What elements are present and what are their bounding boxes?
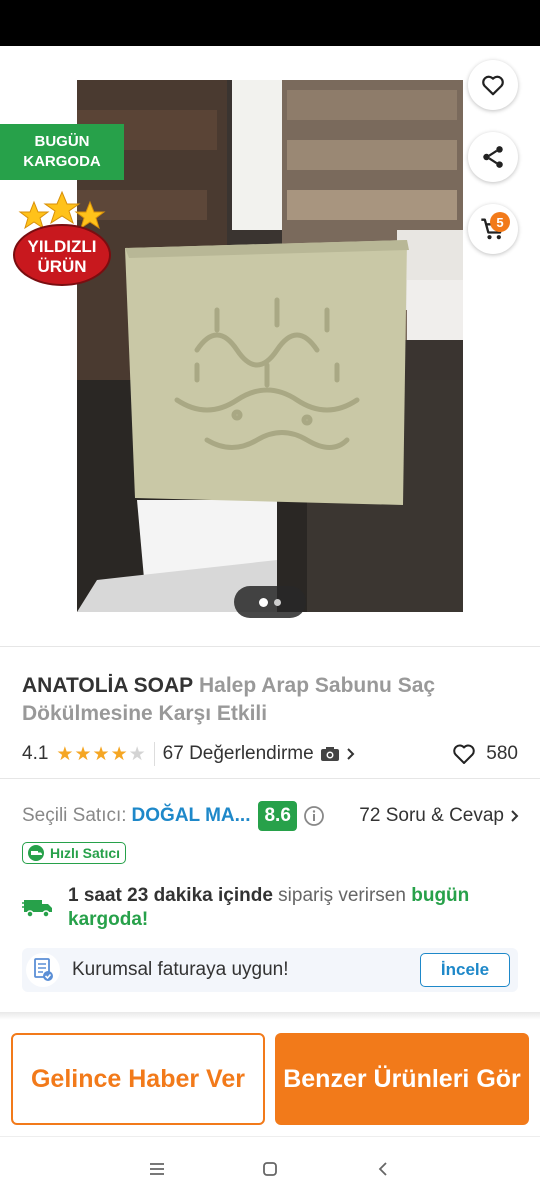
arrow-left-icon: [27, 75, 52, 97]
delivery-time: 1 saat 23 dakika içinde: [68, 885, 273, 906]
home-button[interactable]: [250, 1149, 290, 1189]
fast-seller-label: Hızlı Satıcı: [50, 845, 121, 861]
brand-name[interactable]: ANATOLİA SOAP: [22, 674, 193, 697]
rating-row: 4.1 ★ ★ ★ ★ ★ 67 Değerlendirme 580: [22, 740, 518, 768]
pager-dot[interactable]: [274, 598, 281, 606]
chevron-right-icon: [511, 810, 519, 822]
status-bar: [0, 0, 540, 46]
back-button[interactable]: [20, 66, 60, 106]
rating-stars: ★ ★ ★ ★ ★: [56, 745, 145, 764]
invoice-text: Kurumsal faturaya uygun!: [72, 959, 289, 980]
heart-icon: [453, 744, 476, 764]
camera-icon: [320, 747, 339, 761]
cargo-badge-line2: KARGODA: [23, 153, 101, 170]
home-icon: [263, 1161, 277, 1176]
cart-count-badge: 5: [490, 212, 510, 232]
star-empty-icon: ★: [128, 743, 146, 765]
qa-label: 72 Soru & Cevap: [359, 805, 504, 826]
invoice-review-button[interactable]: İncele: [420, 953, 510, 987]
favorite-button[interactable]: [468, 60, 518, 110]
today-cargo-badge: BUGÜN KARGODA: [0, 124, 124, 180]
chevron-right-icon: [346, 748, 355, 760]
info-icon[interactable]: [303, 805, 325, 827]
recent-apps-button[interactable]: [137, 1149, 177, 1189]
corporate-invoice-banner: Kurumsal faturaya uygun! İncele: [22, 948, 518, 992]
seller-name-link[interactable]: DOĞAL MA...: [132, 805, 251, 827]
product-gallery[interactable]: BUGÜN KARGODA YILDIZLI ÜRÜN 5: [0, 46, 540, 646]
favorite-count-value: 580: [486, 743, 518, 764]
qa-link[interactable]: 72 Soru & Cevap: [359, 805, 520, 827]
star-badge-line2: ÜRÜN: [37, 257, 86, 276]
product-image[interactable]: [77, 80, 463, 612]
action-bar: Gelince Haber Ver Benzer Ürünleri Gör: [0, 1024, 540, 1134]
divider: [0, 646, 540, 647]
divider: [0, 778, 540, 779]
seller-row: Seçili Satıcı: DOĞAL MA... 8.6 72 Soru &…: [22, 798, 520, 834]
delivery-info: 1 saat 23 dakika içinde sipariş verirsen…: [22, 884, 518, 932]
heart-icon: [482, 75, 504, 96]
invoice-icon: [26, 953, 60, 987]
gallery-pager[interactable]: [234, 586, 306, 618]
reviews-link[interactable]: 67 Değerlendirme: [163, 743, 356, 765]
see-similar-products-button[interactable]: Benzer Ürünleri Gör: [275, 1033, 529, 1125]
fast-seller-badge: Hızlı Satıcı: [22, 842, 127, 864]
starred-product-badge: YILDIZLI ÜRÜN: [12, 190, 112, 290]
section-shadow: [0, 1012, 540, 1020]
star-icon: ★: [74, 743, 92, 765]
separator: [153, 742, 155, 766]
share-icon: [483, 146, 503, 168]
star-icon: ★: [110, 743, 128, 765]
pager-dot-active[interactable]: [259, 597, 268, 607]
seller-score-badge: 8.6: [258, 801, 297, 831]
delivery-text: 1 saat 23 dakika içinde sipariş verirsen…: [68, 884, 518, 932]
share-button[interactable]: [468, 132, 518, 182]
star-icon: ★: [92, 743, 110, 765]
star-badge-line1: YILDIZLI: [28, 237, 97, 256]
truck-icon: [22, 900, 52, 918]
favorite-count[interactable]: 580: [452, 743, 518, 765]
system-back-button[interactable]: [363, 1149, 403, 1189]
seller-prefix: Seçili Satıcı:: [22, 805, 127, 826]
menu-icon: [149, 1162, 164, 1175]
chevron-left-icon: [379, 1161, 387, 1176]
reviews-label: 67 Değerlendirme: [162, 743, 314, 764]
star-icon: ★: [56, 743, 74, 765]
cargo-badge-line1: BUGÜN: [34, 133, 90, 150]
system-nav-bar: [0, 1136, 540, 1200]
rating-value: 4.1: [22, 743, 49, 764]
cart-button[interactable]: 5: [468, 204, 518, 254]
fast-seller-icon: [28, 845, 44, 861]
delivery-middle: sipariş verirsen: [272, 885, 412, 906]
notify-when-available-button[interactable]: Gelince Haber Ver: [11, 1033, 265, 1125]
product-title: ANATOLİA SOAP Halep Arap Sabunu Saç Dökü…: [22, 672, 522, 728]
